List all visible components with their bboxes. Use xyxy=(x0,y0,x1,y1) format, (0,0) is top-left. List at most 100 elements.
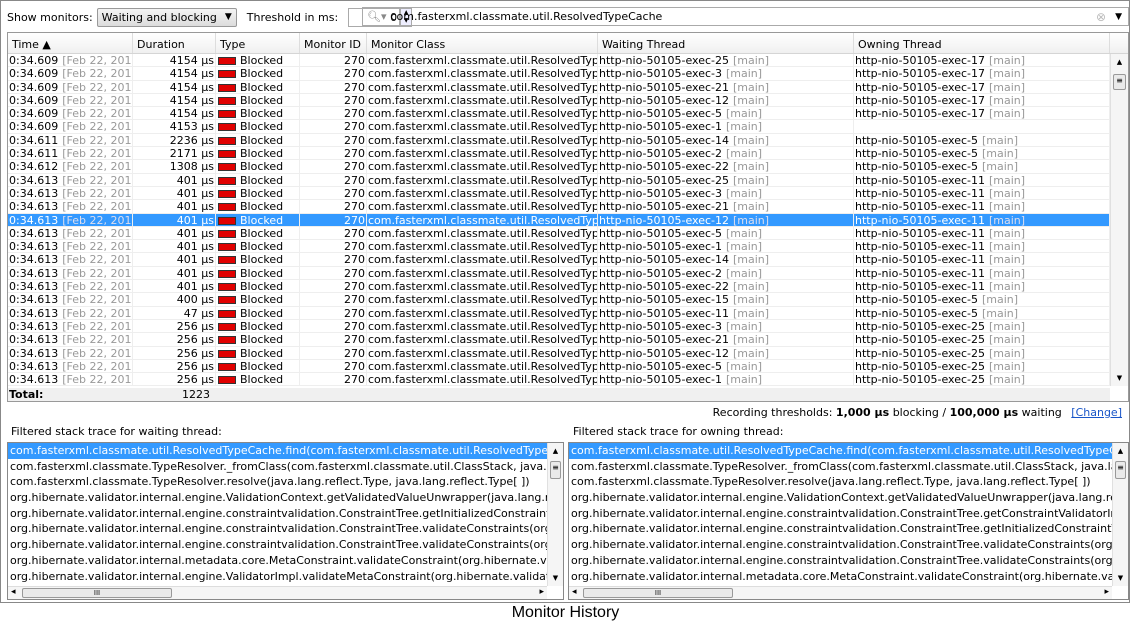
cell-text: 0:34.613 xyxy=(9,253,59,266)
scroll-down-icon[interactable]: ▼ xyxy=(1113,574,1128,582)
table-row[interactable]: 0:34.613[Feb 22, 2018... 47 µs Blocked 270c… xyxy=(8,306,1128,320)
stack-frame[interactable]: com.fasterxml.classmate.TypeResolver.res… xyxy=(8,474,563,490)
table-cell: http-nio-50105-exec-5 [main] xyxy=(854,133,1110,147)
table-row[interactable]: 0:34.613[Feb 22, 2018... 401 µs Blocked 270… xyxy=(8,173,1128,187)
stack-frame[interactable]: com.fasterxml.classmate.TypeResolver.res… xyxy=(569,474,1128,490)
stack-frame[interactable]: org.hibernate.validator.internal.engine.… xyxy=(8,569,563,585)
column-header[interactable]: Duration xyxy=(133,33,216,53)
table-cell: 4154 µs xyxy=(133,80,216,93)
show-monitors-dropdown[interactable]: Waiting and blocking ▼ xyxy=(96,7,237,27)
table-row[interactable]: 0:34.612[Feb 22, 2018... 1308 µs Blocked 27… xyxy=(8,160,1128,174)
date-suffix: [Feb 22, 2018... xyxy=(62,226,132,240)
cell-text: http-nio-50105-exec-25 xyxy=(855,359,985,373)
stack-vertical-scrollbar[interactable]: ▲ ≡ ▼ xyxy=(1112,443,1128,586)
stack-frame[interactable]: org.hibernate.validator.internal.engine.… xyxy=(569,553,1128,569)
table-cell: http-nio-50105-exec-5 [main] xyxy=(854,293,1110,306)
scroll-thumb[interactable]: III xyxy=(583,588,733,598)
scroll-thumb[interactable]: ≡ xyxy=(1113,74,1126,90)
table-row[interactable]: 0:34.613[Feb 22, 2018... 256 µs Blocked 270… xyxy=(8,346,1128,360)
table-row[interactable]: 0:34.609[Feb 22, 2018... 4154 µs Blocked 27… xyxy=(8,80,1128,94)
table-row[interactable]: 0:34.613[Feb 22, 2018... 401 µs Blocked 270… xyxy=(8,200,1128,214)
table-cell: 0:34.613[Feb 22, 2018... xyxy=(8,213,133,226)
table-row[interactable]: 0:34.609[Feb 22, 2018... 4154 µs Blocked 27… xyxy=(8,107,1128,121)
stack-frame[interactable]: org.hibernate.validator.internal.metadat… xyxy=(569,569,1128,585)
stack-frame[interactable]: org.hibernate.validator.internal.engine.… xyxy=(8,506,563,522)
table-row[interactable]: 0:34.613[Feb 22, 2018... 401 µs Blocked 270… xyxy=(8,226,1128,241)
stack-vertical-scrollbar[interactable]: ▲ ≡ ▼ xyxy=(547,443,563,586)
stack-frame[interactable]: org.hibernate.validator.internal.metadat… xyxy=(8,553,563,569)
table-row[interactable]: 0:34.609[Feb 22, 2018... 4154 µs Blocked 27… xyxy=(8,67,1128,81)
cell-text: 0:34.613 xyxy=(9,373,59,386)
scroll-up-icon[interactable]: ▲ xyxy=(1113,447,1128,455)
search-input[interactable]: 🔍︎▾ com.fasterxml.classmate.util.Resolve… xyxy=(362,7,1129,26)
scroll-thumb[interactable]: ≡ xyxy=(550,461,561,479)
table-row[interactable]: 0:34.613[Feb 22, 2018... 400 µs Blocked 270… xyxy=(8,293,1128,307)
cell-text: http-nio-50105-exec-12 xyxy=(599,213,729,226)
stack-horizontal-scrollbar[interactable]: ◂ III ▸ xyxy=(8,586,547,599)
date-suffix: [Feb 22, 2018... xyxy=(62,54,132,67)
scroll-right-icon[interactable]: ▸ xyxy=(539,587,544,597)
table-cell: http-nio-50105-exec-1 [main] xyxy=(598,120,854,133)
table-row[interactable]: 0:34.613[Feb 22, 2018... 256 µs Blocked 270… xyxy=(8,359,1128,374)
table-cell: 270 xyxy=(300,107,367,120)
table-row[interactable]: 0:34.609[Feb 22, 2018... 4154 µs Blocked 27… xyxy=(8,54,1128,68)
table-row[interactable]: 0:34.613[Feb 22, 2018... 401 µs Blocked 270… xyxy=(8,213,1128,227)
cell-text: http-nio-50105-exec-1 xyxy=(599,240,722,253)
scroll-down-icon[interactable]: ▼ xyxy=(1111,374,1128,382)
stack-frame[interactable]: org.hibernate.validator.internal.engine.… xyxy=(8,521,563,537)
stack-frame[interactable]: com.fasterxml.classmate.util.ResolvedTyp… xyxy=(8,443,563,459)
table-row[interactable]: 0:34.613[Feb 22, 2018... 401 µs Blocked 270… xyxy=(8,280,1128,294)
date-suffix: [Feb 22, 2018... xyxy=(62,160,132,173)
scroll-thumb[interactable]: III xyxy=(22,588,172,598)
table-row[interactable]: 0:34.613[Feb 22, 2018... 401 µs Blocked 270… xyxy=(8,240,1128,254)
stack-frame[interactable]: com.fasterxml.classmate.TypeResolver._fr… xyxy=(8,459,563,475)
table-row[interactable]: 0:34.613[Feb 22, 2018... 256 µs Blocked 270… xyxy=(8,373,1128,387)
column-header[interactable]: Monitor ID xyxy=(300,33,367,53)
clear-search-icon[interactable]: ⊗ xyxy=(1096,10,1106,24)
scroll-up-icon[interactable]: ▲ xyxy=(548,447,563,455)
table-row[interactable]: 0:34.611[Feb 22, 2018... 2236 µs Blocked 27… xyxy=(8,133,1128,148)
table-row[interactable]: 0:34.609[Feb 22, 2018... 4153 µs Blocked 27… xyxy=(8,120,1128,134)
column-header[interactable]: Monitor Class xyxy=(367,33,598,53)
stack-frame[interactable]: org.hibernate.validator.internal.engine.… xyxy=(8,537,563,553)
table-cell: 401 µs xyxy=(133,253,216,266)
table-row[interactable]: 0:34.613[Feb 22, 2018... 256 µs Blocked 270… xyxy=(8,333,1128,347)
table-row[interactable]: 0:34.613[Feb 22, 2018... 256 µs Blocked 270… xyxy=(8,319,1128,334)
cell-text: 270 xyxy=(344,280,365,293)
stack-frame[interactable]: com.fasterxml.classmate.TypeResolver._fr… xyxy=(569,459,1128,475)
table-row[interactable]: 0:34.613[Feb 22, 2018... 401 µs Blocked 270… xyxy=(8,186,1128,201)
stack-frame[interactable]: org.hibernate.validator.internal.engine.… xyxy=(569,537,1128,553)
date-suffix: [Feb 22, 2018... xyxy=(62,120,132,133)
stack-frame[interactable]: com.fasterxml.classmate.util.ResolvedTyp… xyxy=(569,443,1128,459)
table-cell: 0:34.613[Feb 22, 2018... xyxy=(8,333,133,346)
change-thresholds-link[interactable]: [Change] xyxy=(1071,406,1122,419)
table-row[interactable]: 0:34.611[Feb 22, 2018... 2171 µs Blocked 27… xyxy=(8,147,1128,161)
table-vertical-scrollbar[interactable]: ▲ ≡ ▼ xyxy=(1110,54,1128,386)
scroll-thumb[interactable]: ≡ xyxy=(1115,461,1126,479)
stack-frame[interactable]: org.hibernate.validator.internal.engine.… xyxy=(569,521,1128,537)
scroll-left-icon[interactable]: ◂ xyxy=(572,587,577,597)
column-header[interactable]: Time ▲ xyxy=(8,33,133,53)
column-header[interactable]: Waiting Thread xyxy=(598,33,854,53)
column-header[interactable]: Owning Thread xyxy=(854,33,1110,53)
scroll-left-icon[interactable]: ◂ xyxy=(11,587,16,597)
table-cell: com.fasterxml.classmate.util.ResolvedTyp… xyxy=(367,80,598,93)
search-icon[interactable]: 🔍︎▾ xyxy=(367,10,387,23)
column-header[interactable]: Type xyxy=(216,33,300,53)
scroll-right-icon[interactable]: ▸ xyxy=(1104,587,1109,597)
scroll-up-icon[interactable]: ▲ xyxy=(1111,58,1128,66)
stack-frame[interactable]: org.hibernate.validator.internal.engine.… xyxy=(8,490,563,506)
table-row[interactable]: 0:34.613[Feb 22, 2018... 401 µs Blocked 270… xyxy=(8,266,1128,281)
table-row[interactable]: 0:34.613[Feb 22, 2018... 401 µs Blocked 270… xyxy=(8,253,1128,267)
cell-text: http-nio-50105-exec-12 xyxy=(599,93,729,107)
table-cell: com.fasterxml.classmate.util.ResolvedTyp… xyxy=(367,226,598,240)
stack-horizontal-scrollbar[interactable]: ◂ III ▸ xyxy=(569,586,1112,599)
scroll-down-icon[interactable]: ▼ xyxy=(548,574,563,582)
thread-group: [main] xyxy=(732,80,770,93)
cell-text: http-nio-50105-exec-25 xyxy=(855,346,985,359)
table-cell: http-nio-50105-exec-25 [main] xyxy=(598,173,854,186)
stack-frame[interactable]: org.hibernate.validator.internal.engine.… xyxy=(569,506,1128,522)
stack-frame[interactable]: org.hibernate.validator.internal.engine.… xyxy=(569,490,1128,506)
table-row[interactable]: 0:34.609[Feb 22, 2018... 4154 µs Blocked 27… xyxy=(8,93,1128,108)
search-history-dropdown-icon[interactable]: ▼ xyxy=(1115,12,1122,22)
